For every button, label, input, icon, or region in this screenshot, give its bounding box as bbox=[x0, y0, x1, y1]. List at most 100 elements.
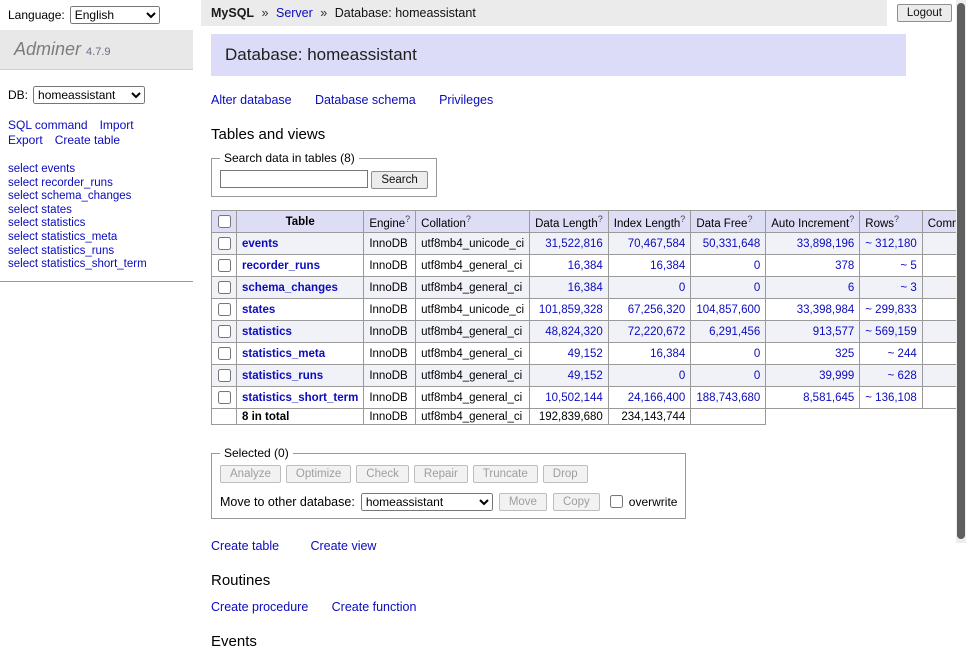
help-icon[interactable]: ? bbox=[849, 214, 854, 224]
create-view-link[interactable]: Create view bbox=[310, 539, 376, 553]
sidebar-table-link[interactable]: select states bbox=[8, 204, 72, 216]
column-header[interactable]: Auto Increment? bbox=[766, 211, 860, 233]
rows-link[interactable]: ~ 312,180 bbox=[865, 238, 916, 250]
help-icon[interactable]: ? bbox=[894, 214, 899, 224]
optimize-button[interactable]: Optimize bbox=[286, 465, 351, 483]
column-header[interactable]: Data Free? bbox=[691, 211, 766, 233]
row-checkbox[interactable] bbox=[218, 237, 231, 250]
data-free-link[interactable]: 0 bbox=[754, 348, 760, 360]
sidebar-table-link[interactable]: select events bbox=[8, 163, 75, 175]
search-input[interactable] bbox=[220, 170, 368, 188]
auto-increment-link[interactable]: 6 bbox=[848, 282, 854, 294]
language-select[interactable]: English bbox=[70, 6, 160, 24]
drop-button[interactable]: Drop bbox=[543, 465, 588, 483]
overwrite-checkbox[interactable] bbox=[610, 495, 623, 508]
privileges-link[interactable]: Privileges bbox=[439, 93, 493, 107]
row-checkbox[interactable] bbox=[218, 347, 231, 360]
rows-link[interactable]: ~ 299,833 bbox=[865, 304, 916, 316]
table-name-link[interactable]: events bbox=[242, 238, 278, 250]
index-length-link[interactable]: 72,220,672 bbox=[628, 326, 686, 338]
column-header[interactable]: Table bbox=[237, 211, 364, 233]
rows-link[interactable]: ~ 244 bbox=[888, 348, 917, 360]
column-header[interactable]: Engine? bbox=[364, 211, 416, 233]
help-icon[interactable]: ? bbox=[747, 214, 752, 224]
column-header[interactable]: Rows? bbox=[860, 211, 922, 233]
create-table-link-sidebar[interactable]: Create table bbox=[55, 133, 120, 147]
data-free-link[interactable]: 50,331,648 bbox=[703, 238, 761, 250]
auto-increment-link[interactable]: 378 bbox=[835, 260, 854, 272]
index-length-link[interactable]: 70,467,584 bbox=[628, 238, 686, 250]
row-checkbox[interactable] bbox=[218, 369, 231, 382]
db-select[interactable]: homeassistant bbox=[33, 86, 145, 104]
rows-link[interactable]: ~ 3 bbox=[900, 282, 916, 294]
help-icon[interactable]: ? bbox=[466, 214, 471, 224]
sql-command-link[interactable]: SQL command bbox=[8, 118, 88, 132]
sidebar-table-link[interactable]: select statistics_meta bbox=[8, 231, 117, 243]
sidebar-table-link[interactable]: select statistics_short_term bbox=[8, 258, 147, 270]
database-schema-link[interactable]: Database schema bbox=[315, 93, 416, 107]
table-name-link[interactable]: schema_changes bbox=[242, 282, 338, 294]
index-length-link[interactable]: 16,384 bbox=[650, 260, 685, 272]
row-checkbox[interactable] bbox=[218, 325, 231, 338]
auto-increment-link[interactable]: 325 bbox=[835, 348, 854, 360]
rows-link[interactable]: ~ 628 bbox=[888, 370, 917, 382]
index-length-link[interactable]: 67,256,320 bbox=[628, 304, 686, 316]
rows-link[interactable]: ~ 5 bbox=[900, 260, 916, 272]
row-checkbox[interactable] bbox=[218, 303, 231, 316]
column-header[interactable]: Collation? bbox=[416, 211, 530, 233]
index-length-link[interactable]: 16,384 bbox=[650, 348, 685, 360]
breadcrumb-server-link[interactable]: Server bbox=[276, 6, 313, 20]
index-length-link[interactable]: 0 bbox=[679, 282, 685, 294]
analyze-button[interactable]: Analyze bbox=[220, 465, 281, 483]
index-length-link[interactable]: 24,166,400 bbox=[628, 392, 686, 404]
repair-button[interactable]: Repair bbox=[414, 465, 468, 483]
table-name-link[interactable]: states bbox=[242, 304, 275, 316]
table-name-link[interactable]: statistics_meta bbox=[242, 348, 325, 360]
data-length-link[interactable]: 49,152 bbox=[568, 348, 603, 360]
scrollbar-thumb[interactable] bbox=[957, 3, 965, 539]
breadcrumb-mysql-link[interactable]: MySQL bbox=[211, 6, 254, 20]
data-free-link[interactable]: 104,857,600 bbox=[696, 304, 760, 316]
sidebar-table-link[interactable]: select recorder_runs bbox=[8, 177, 113, 189]
app-version[interactable]: 4.7.9 bbox=[86, 46, 110, 58]
sidebar-table-link[interactable]: select statistics_runs bbox=[8, 245, 114, 257]
rows-link[interactable]: ~ 569,159 bbox=[865, 326, 916, 338]
data-length-link[interactable]: 101,859,328 bbox=[539, 304, 603, 316]
help-icon[interactable]: ? bbox=[405, 214, 410, 224]
data-free-link[interactable]: 6,291,456 bbox=[709, 326, 760, 338]
truncate-button[interactable]: Truncate bbox=[473, 465, 538, 483]
data-free-link[interactable]: 0 bbox=[754, 370, 760, 382]
scrollbar-track[interactable] bbox=[956, 0, 966, 543]
table-name-link[interactable]: statistics_short_term bbox=[242, 392, 358, 404]
auto-increment-link[interactable]: 33,898,196 bbox=[797, 238, 855, 250]
auto-increment-link[interactable]: 33,398,984 bbox=[797, 304, 855, 316]
logout-button[interactable]: Logout bbox=[897, 4, 952, 22]
copy-button[interactable]: Copy bbox=[553, 493, 600, 511]
column-header[interactable]: Index Length? bbox=[608, 211, 691, 233]
data-length-link[interactable]: 10,502,144 bbox=[545, 392, 603, 404]
move-button[interactable]: Move bbox=[499, 493, 547, 511]
auto-increment-link[interactable]: 8,581,645 bbox=[803, 392, 854, 404]
data-free-link[interactable]: 0 bbox=[754, 260, 760, 272]
table-name-link[interactable]: statistics bbox=[242, 326, 292, 338]
data-length-link[interactable]: 48,824,320 bbox=[545, 326, 603, 338]
sidebar-table-link[interactable]: select schema_changes bbox=[8, 190, 131, 202]
export-link[interactable]: Export bbox=[8, 133, 43, 147]
create-procedure-link[interactable]: Create procedure bbox=[211, 600, 308, 614]
rows-link[interactable]: ~ 136,108 bbox=[865, 392, 916, 404]
data-length-link[interactable]: 49,152 bbox=[568, 370, 603, 382]
create-function-link[interactable]: Create function bbox=[332, 600, 417, 614]
alter-database-link[interactable]: Alter database bbox=[211, 93, 292, 107]
row-checkbox[interactable] bbox=[218, 281, 231, 294]
index-length-link[interactable]: 0 bbox=[679, 370, 685, 382]
create-table-link[interactable]: Create table bbox=[211, 539, 279, 553]
import-link[interactable]: Import bbox=[100, 118, 134, 132]
sidebar-table-link[interactable]: select statistics bbox=[8, 217, 85, 229]
column-header[interactable]: Data Length? bbox=[530, 211, 609, 233]
help-icon[interactable]: ? bbox=[680, 214, 685, 224]
row-checkbox[interactable] bbox=[218, 259, 231, 272]
move-database-select[interactable]: homeassistant bbox=[361, 493, 493, 511]
row-checkbox[interactable] bbox=[218, 391, 231, 404]
check-button[interactable]: Check bbox=[356, 465, 409, 483]
data-length-link[interactable]: 16,384 bbox=[568, 282, 603, 294]
